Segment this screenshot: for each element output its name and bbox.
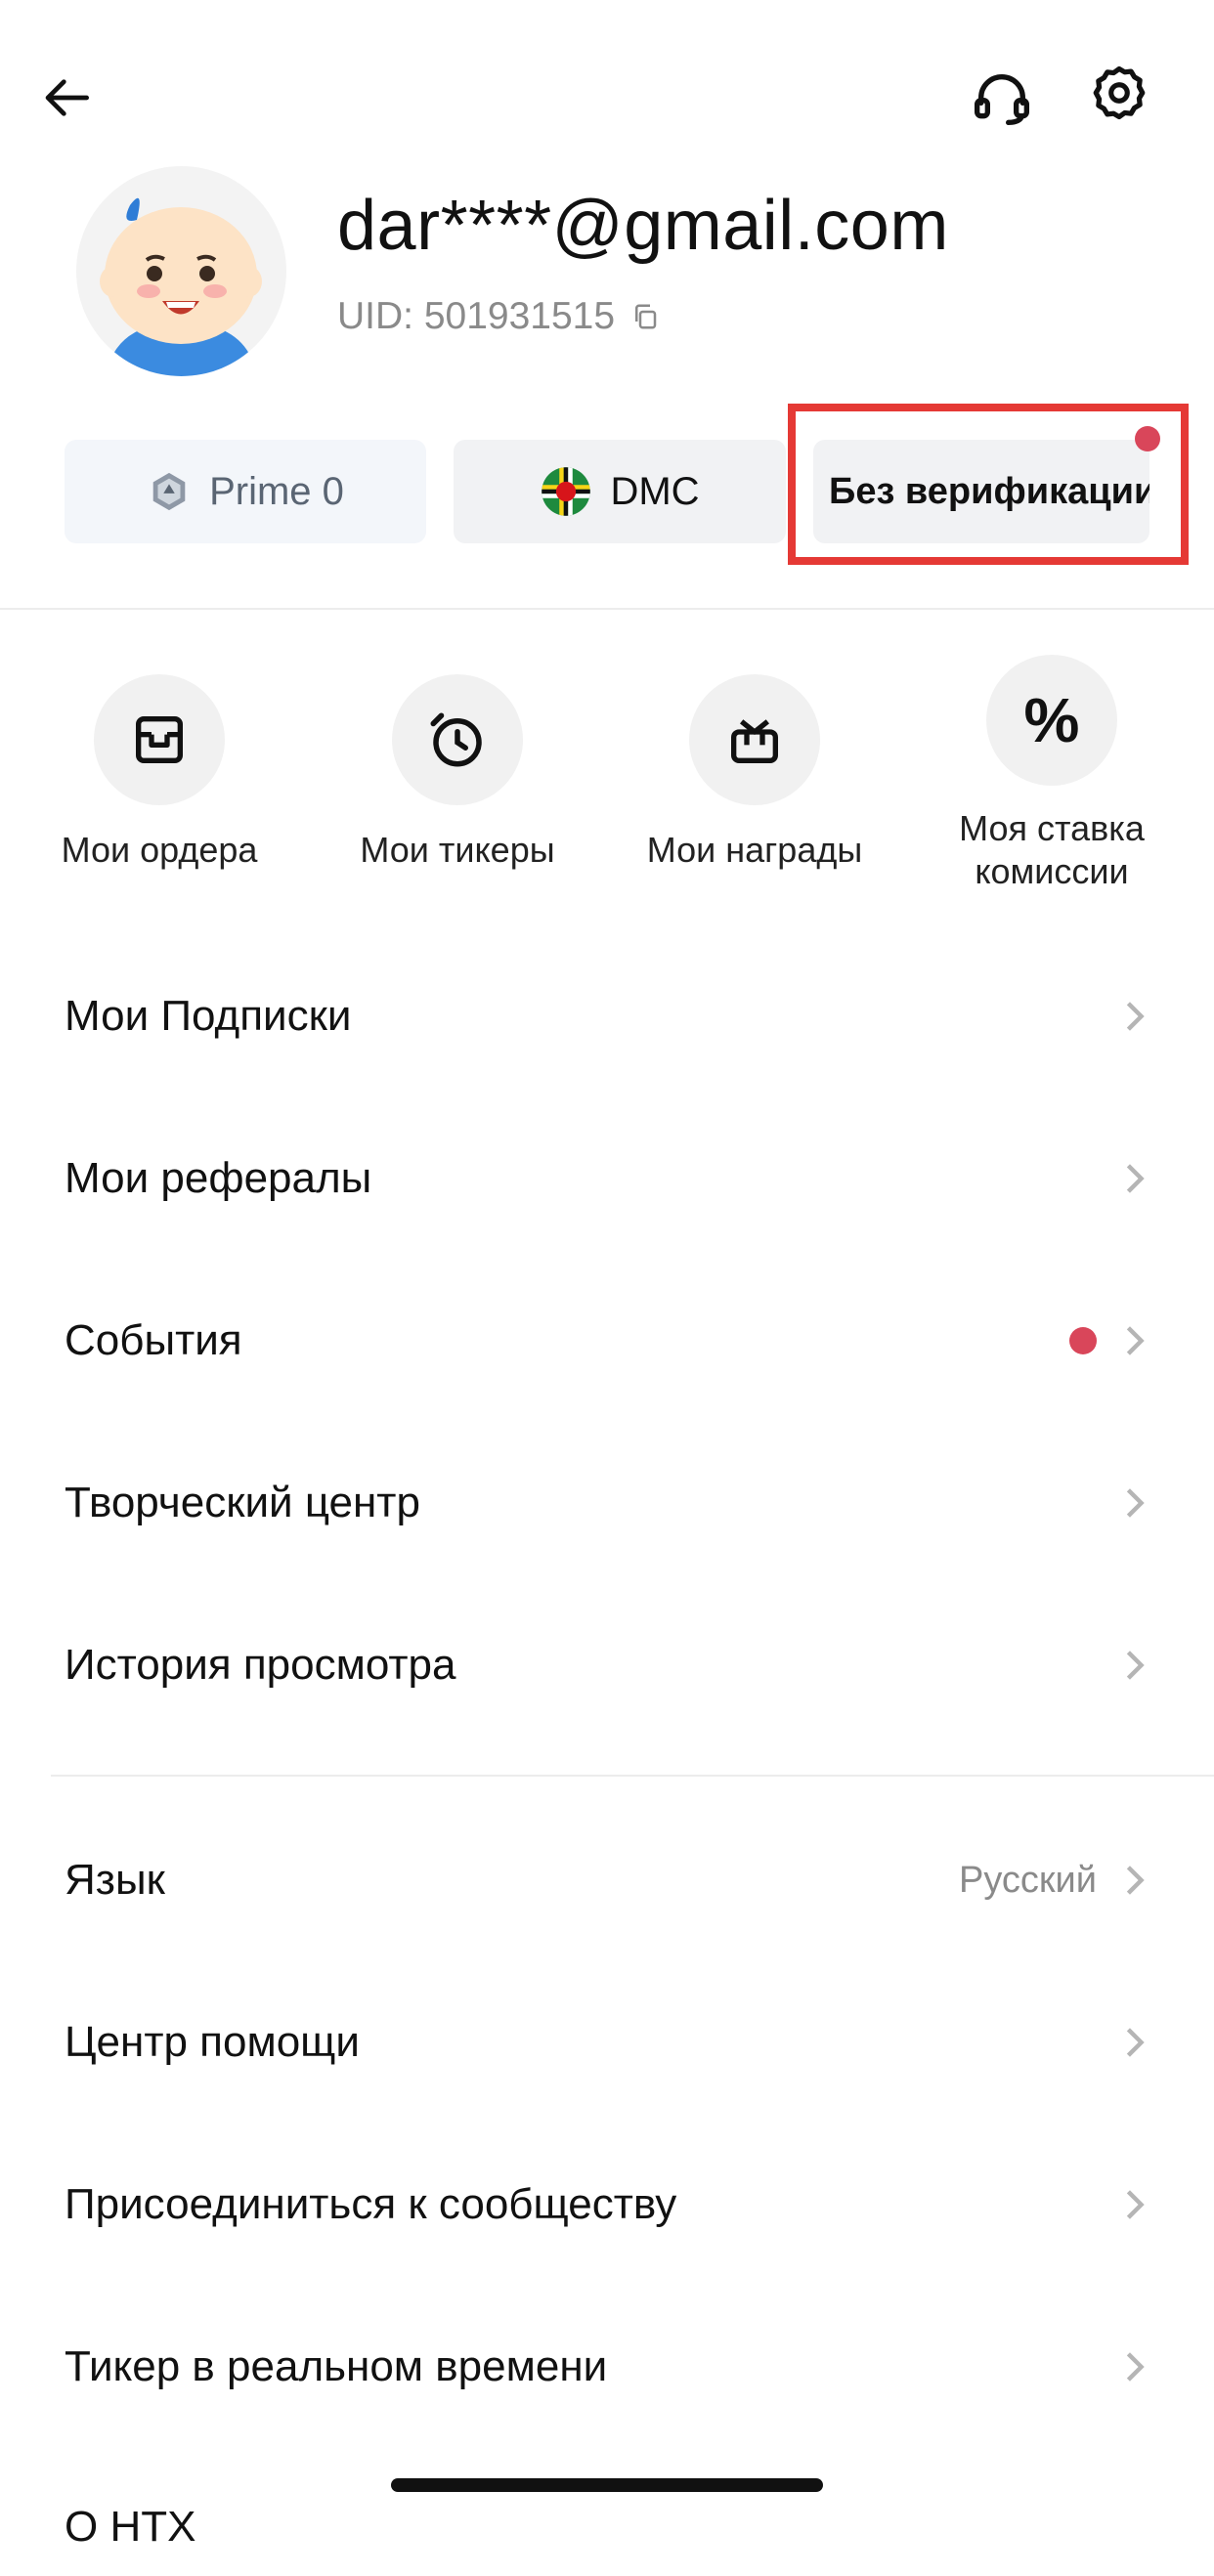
settings-button[interactable] [1080, 54, 1158, 132]
dominica-flag-icon [542, 467, 591, 516]
header-divider [0, 608, 1214, 610]
gear-icon [1093, 65, 1146, 120]
percent-icon: % [1023, 685, 1080, 755]
menu-item-label: Тикер в реальном времени [65, 2342, 608, 2390]
menu-item-about[interactable]: О HTX [65, 2478, 1149, 2576]
chevron-right-icon [1120, 2352, 1149, 2382]
quick-action-label: Мои награды [646, 830, 863, 870]
home-indicator[interactable] [391, 2478, 823, 2492]
menu-item-help-center[interactable]: Центр помощи [65, 1994, 1149, 2091]
menu-item-subscriptions[interactable]: Мои Подписки [65, 967, 1149, 1065]
chevron-right-icon [1120, 2190, 1149, 2219]
copy-icon[interactable] [630, 302, 660, 331]
chevron-right-icon [1120, 1002, 1149, 1031]
prime-badge[interactable]: Prime 0 [65, 440, 426, 543]
chevron-right-icon [1120, 1866, 1149, 1895]
menu-item-label: Язык [65, 1856, 165, 1904]
quick-action-orders[interactable]: Мои ордера [32, 674, 286, 872]
chevron-right-icon [1120, 1651, 1149, 1680]
user-email: dar****@gmail.com [337, 187, 949, 265]
percent-icon-circle: % [986, 655, 1117, 786]
support-button[interactable] [963, 59, 1041, 137]
uid-row: UID: 501931515 [337, 295, 660, 338]
menu-item-label: Присоединиться к сообществу [65, 2180, 677, 2228]
events-notification-dot [1069, 1327, 1097, 1354]
arrow-left-icon [45, 79, 89, 116]
gift-icon-circle [689, 674, 820, 805]
menu-item-label: Мои Подписки [65, 992, 352, 1040]
section-divider [51, 1775, 1214, 1777]
menu-item-events[interactable]: События [65, 1292, 1149, 1390]
menu-item-label: Центр помощи [65, 2018, 360, 2066]
back-button[interactable] [29, 59, 108, 137]
menu-item-creator-center[interactable]: Творческий центр [65, 1454, 1149, 1552]
quick-action-label: Мои тикеры [360, 830, 555, 870]
prime-level-icon [152, 472, 186, 511]
region-badge-label: DMC [610, 469, 700, 513]
quick-action-label: Мои ордера [61, 830, 258, 870]
menu-item-label: Мои рефералы [65, 1154, 372, 1202]
headset-icon [975, 74, 1029, 125]
quick-action-label: Моя ставка комиссии [959, 808, 1145, 891]
chevron-right-icon [1120, 1488, 1149, 1518]
orders-icon [136, 716, 183, 763]
menu-item-label: События [65, 1316, 242, 1364]
chevron-right-icon [1120, 1326, 1149, 1355]
avatar[interactable] [76, 166, 286, 376]
avatar-illustration [100, 197, 262, 376]
menu-item-label: История просмотра [65, 1641, 456, 1689]
menu-item-language[interactable]: Язык Русский [65, 1831, 1149, 1929]
timer-icon [430, 712, 482, 767]
menu-item-label: О HTX [65, 2503, 196, 2551]
chevron-right-icon [1120, 2028, 1149, 2057]
timer-icon-circle [392, 674, 523, 805]
chevron-right-icon [1120, 1164, 1149, 1193]
uid-text: UID: 501931515 [337, 295, 616, 337]
gift-icon [731, 719, 778, 763]
quick-action-rewards[interactable]: Мои награды [628, 674, 882, 872]
menu-item-label: Творческий центр [65, 1479, 420, 1526]
menu-item-referrals[interactable]: Мои рефералы [65, 1130, 1149, 1227]
menu-item-view-history[interactable]: История просмотра [65, 1616, 1149, 1714]
orders-icon-circle [94, 674, 225, 805]
region-badge[interactable]: DMC [454, 440, 786, 543]
highlight-box [788, 404, 1189, 565]
quick-action-commission[interactable]: % Моя ставка комиссии [925, 655, 1179, 893]
quick-action-tickers[interactable]: Мои тикеры [330, 674, 585, 872]
menu-item-join-community[interactable]: Присоединиться к сообществу [65, 2156, 1149, 2254]
menu-item-realtime-ticker[interactable]: Тикер в реальном времени [65, 2318, 1149, 2416]
prime-badge-label: Prime 0 [209, 469, 344, 513]
language-value: Русский [959, 1859, 1097, 1901]
